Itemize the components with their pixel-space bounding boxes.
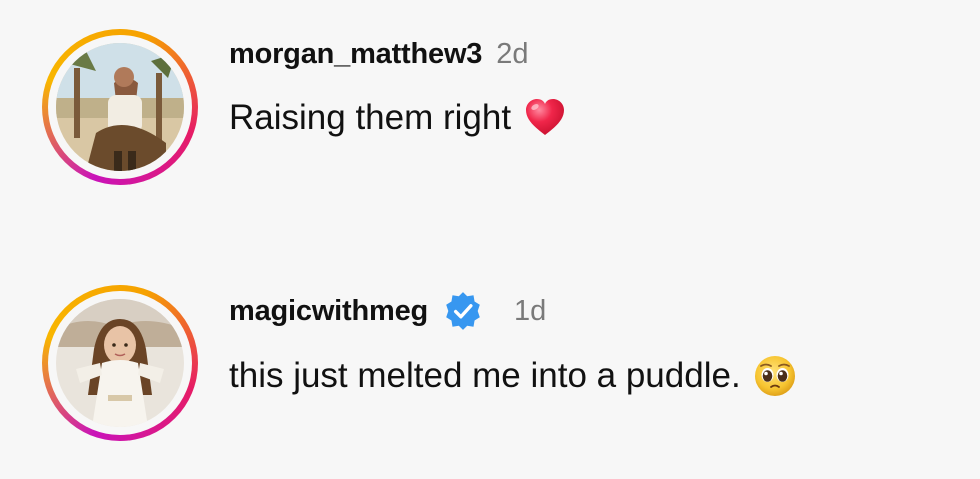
comment-text-row: this just melted me into a puddle. <box>229 354 797 398</box>
comment-text: Raising them right <box>229 98 512 137</box>
comment-header: magicwithmeg 1d <box>229 290 546 332</box>
avatar-photo-woman <box>56 299 184 427</box>
pleading-face-icon <box>754 356 795 396</box>
red-heart-icon <box>526 99 565 135</box>
username-link[interactable]: morgan_matthew3 <box>229 38 482 71</box>
username-link[interactable]: magicwithmeg <box>229 295 428 328</box>
comment-text-row: Raising them right <box>229 96 567 140</box>
avatar-gap <box>48 35 192 179</box>
story-ring[interactable] <box>42 285 198 441</box>
avatar[interactable] <box>56 299 184 427</box>
comment-timestamp: 1d <box>514 294 547 327</box>
comment-item: morgan_matthew3 2d Raising them right <box>0 0 980 200</box>
avatar[interactable] <box>56 43 184 171</box>
comment-item: magicwithmeg 1d this just melted me into… <box>0 258 980 458</box>
comment-header: morgan_matthew3 2d <box>229 38 529 71</box>
comment-timestamp: 2d <box>496 38 529 70</box>
story-ring[interactable] <box>42 29 198 185</box>
verified-badge-icon <box>446 292 480 330</box>
avatar-photo-beach <box>56 43 184 171</box>
avatar-gap <box>48 291 192 435</box>
comment-text: this just melted me into a puddle. <box>229 356 741 395</box>
